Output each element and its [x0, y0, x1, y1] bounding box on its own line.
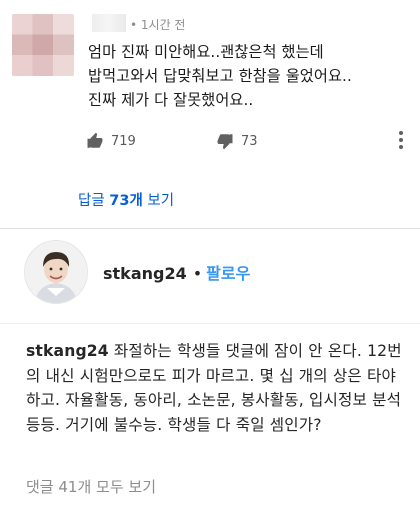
comment-timestamp: • 1시간 전: [130, 18, 186, 32]
reply-comment-text: 엄마 진짜 미안해요..괜찮은척 했는데 밥먹고와서 답맞춰보고 한참을 울었어…: [88, 43, 352, 109]
follow-button[interactable]: 팔로우: [206, 264, 250, 283]
header-separator: •: [192, 264, 203, 283]
commenter-avatar-blurred[interactable]: [12, 14, 74, 76]
view-replies-suffix: 보기: [142, 193, 175, 209]
profile-photo-icon: [25, 241, 87, 303]
post-caption: stkang24 좌절하는 학생들 댓글에 잠이 안 온다. 12번의 내신 시…: [26, 339, 404, 437]
profile-avatar[interactable]: [24, 240, 88, 304]
more-options-icon[interactable]: [392, 130, 410, 150]
dislike-button[interactable]: 73: [216, 131, 258, 151]
post-header: stkang24 • 팔로우: [103, 260, 250, 284]
thumbs-up-icon: [87, 132, 103, 148]
dislike-count: 73: [241, 133, 258, 149]
commenter-name-blurred[interactable]: [92, 14, 126, 32]
view-replies-count: 73개: [109, 193, 143, 209]
thumbs-down-icon: [217, 134, 233, 150]
view-replies-link[interactable]: 답글 73개 보기: [78, 189, 174, 210]
like-count: 719: [111, 133, 136, 149]
view-replies-prefix: 답글: [78, 193, 110, 209]
section-divider: [0, 228, 420, 229]
post-username[interactable]: stkang24: [103, 264, 187, 283]
like-button[interactable]: 719: [86, 131, 136, 151]
caption-username[interactable]: stkang24: [26, 342, 109, 360]
header-divider: [0, 323, 420, 324]
view-all-comments-link[interactable]: 댓글 41개 모두 보기: [26, 476, 156, 497]
